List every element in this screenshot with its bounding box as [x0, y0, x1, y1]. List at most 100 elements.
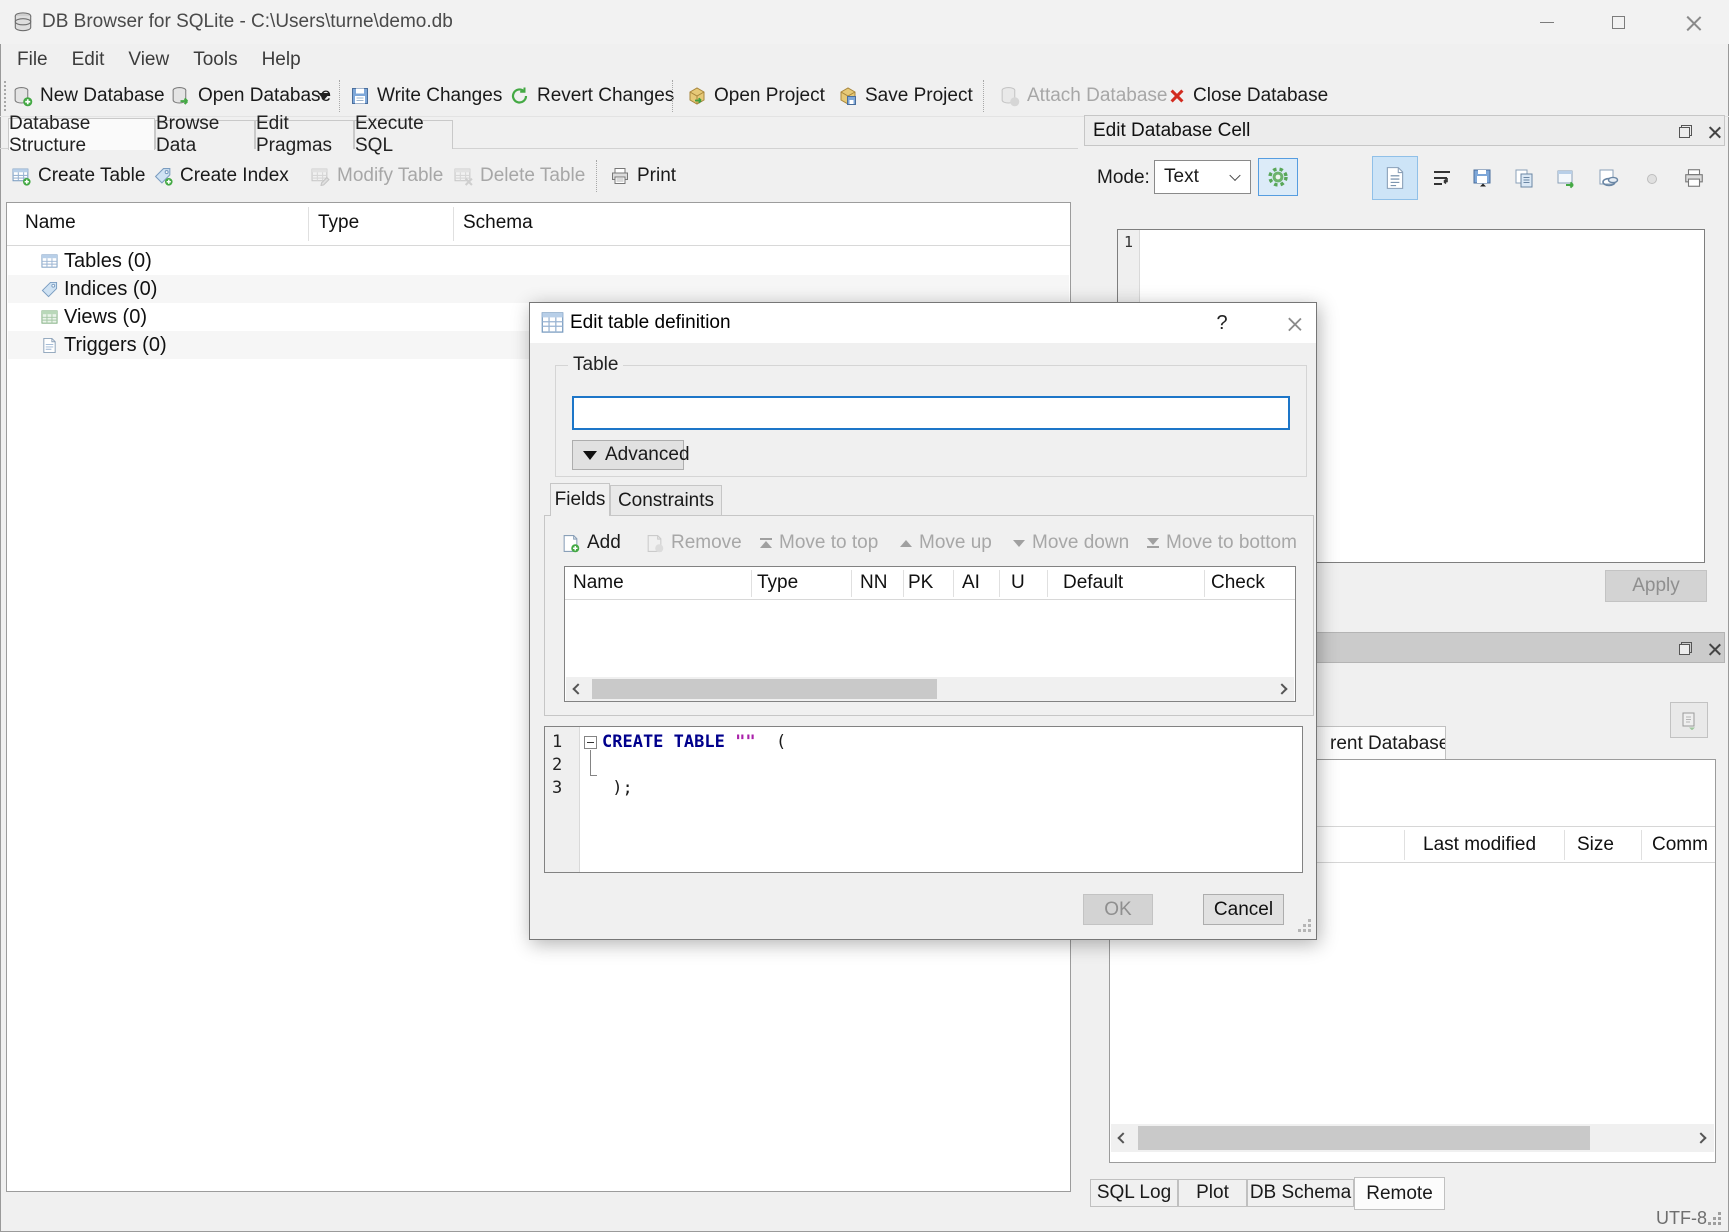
revert-changes-button[interactable]: Revert Changes: [510, 75, 674, 117]
print-cell-button[interactable]: [1676, 160, 1712, 196]
close-database-button[interactable]: Close Database: [1168, 75, 1328, 117]
menu-help[interactable]: Help: [250, 47, 313, 73]
cancel-button[interactable]: Cancel: [1203, 894, 1284, 925]
minimize-button[interactable]: [1524, 6, 1570, 38]
column-header-last-modified[interactable]: Last modified: [1423, 834, 1536, 856]
scroll-left-arrow[interactable]: [566, 677, 590, 701]
column-header-name[interactable]: Name: [25, 212, 76, 234]
word-wrap-button[interactable]: [1424, 160, 1460, 196]
move-up-icon: [900, 540, 912, 547]
create-index-button[interactable]: Create Index: [154, 152, 289, 200]
column-header-size[interactable]: Size: [1577, 834, 1614, 856]
column-divider[interactable]: [308, 207, 309, 241]
dialog-title-bar[interactable]: Edit table definition ?: [530, 303, 1316, 343]
code-fold-icon[interactable]: [584, 736, 597, 749]
tab-fields[interactable]: Fields: [550, 483, 610, 516]
column-header-check[interactable]: Check: [1211, 572, 1265, 594]
app-window: DB Browser for SQLite - C:\Users\turne\d…: [0, 0, 1729, 1232]
encoding-indicator[interactable]: UTF-8: [1656, 1208, 1707, 1229]
maximize-button[interactable]: [1595, 6, 1641, 38]
fields-horizontal-scrollbar[interactable]: [566, 677, 1294, 701]
column-divider[interactable]: [999, 570, 1000, 597]
tab-sql-log[interactable]: SQL Log: [1090, 1179, 1178, 1207]
import-data-button[interactable]: [1464, 160, 1500, 196]
toolbar-drag-handle[interactable]: [4, 81, 6, 111]
column-header-commit[interactable]: Comm: [1652, 834, 1708, 856]
column-divider[interactable]: [1564, 830, 1565, 860]
column-header-schema[interactable]: Schema: [463, 212, 533, 234]
tab-constraints[interactable]: Constraints: [610, 485, 722, 516]
save-project-button[interactable]: Save Project: [838, 75, 973, 117]
revert-changes-icon: [510, 86, 530, 106]
panel-close-button[interactable]: [1702, 637, 1726, 660]
column-divider[interactable]: [851, 570, 852, 597]
scroll-left-arrow[interactable]: [1111, 1124, 1135, 1152]
scrollbar-thumb[interactable]: [592, 679, 937, 699]
write-changes-button[interactable]: Write Changes: [350, 75, 502, 117]
close-icon: [1708, 126, 1720, 138]
dialog-resize-grip[interactable]: [1298, 929, 1301, 932]
menu-edit[interactable]: Edit: [60, 47, 117, 73]
column-header-name[interactable]: Name: [573, 572, 624, 594]
print-button[interactable]: Print: [610, 152, 676, 200]
sql-preview: 1 2 3 CREATE TABLE "" ( );: [544, 726, 1303, 873]
text-mode-button[interactable]: [1372, 156, 1418, 200]
title-bar: DB Browser for SQLite - C:\Users\turne\d…: [0, 0, 1729, 44]
open-in-external-button[interactable]: [1548, 160, 1584, 196]
link-cell-button[interactable]: [1590, 160, 1626, 196]
open-database-dropdown-arrow[interactable]: [318, 93, 330, 100]
tab-browse-data[interactable]: Browse Data: [155, 120, 255, 149]
tree-row-indices[interactable]: Indices (0): [8, 275, 1069, 303]
tab-plot[interactable]: Plot: [1178, 1179, 1247, 1207]
column-header-u[interactable]: U: [1011, 572, 1025, 594]
column-divider[interactable]: [1047, 570, 1048, 597]
mode-select[interactable]: Text: [1154, 160, 1251, 194]
panel-float-button[interactable]: [1673, 637, 1697, 660]
column-divider[interactable]: [751, 570, 752, 597]
open-project-button[interactable]: Open Project: [687, 75, 825, 117]
window-resize-grip[interactable]: [1708, 1222, 1711, 1225]
scroll-right-arrow[interactable]: [1689, 1124, 1713, 1152]
tab-remote[interactable]: Remote: [1354, 1177, 1445, 1210]
scrollbar-thumb[interactable]: [1138, 1126, 1590, 1150]
tab-database-structure[interactable]: Database Structure: [8, 118, 155, 150]
column-header-type[interactable]: Type: [318, 212, 359, 234]
tab-edit-pragmas[interactable]: Edit Pragmas: [255, 120, 354, 149]
column-header-pk[interactable]: PK: [908, 572, 933, 594]
tree-row-tables[interactable]: Tables (0): [8, 247, 1069, 275]
view-icon: [41, 309, 58, 326]
column-divider[interactable]: [453, 207, 454, 241]
panel-float-button[interactable]: [1673, 120, 1697, 143]
edit-database-cell-panel-header[interactable]: Edit Database Cell: [1084, 115, 1725, 146]
dialog-help-button[interactable]: ?: [1206, 308, 1238, 338]
move-to-top-icon: [760, 538, 772, 548]
tab-db-schema[interactable]: DB Schema: [1247, 1179, 1354, 1207]
column-header-ai[interactable]: AI: [962, 572, 980, 594]
menu-view[interactable]: View: [116, 47, 181, 73]
scroll-right-arrow[interactable]: [1270, 677, 1294, 701]
menu-tools[interactable]: Tools: [181, 47, 249, 73]
panel-close-button[interactable]: [1702, 120, 1726, 143]
column-divider[interactable]: [903, 570, 904, 597]
export-data-button[interactable]: [1506, 160, 1542, 196]
remote-horizontal-scrollbar[interactable]: [1111, 1124, 1714, 1152]
new-database-button[interactable]: New Database: [12, 75, 165, 117]
create-table-button[interactable]: Create Table: [12, 152, 145, 200]
open-database-button[interactable]: Open Database: [170, 75, 331, 117]
advanced-toggle-button[interactable]: Advanced: [572, 440, 684, 470]
column-divider[interactable]: [953, 570, 954, 597]
column-header-default[interactable]: Default: [1063, 572, 1123, 594]
close-button[interactable]: [1670, 6, 1716, 38]
column-divider[interactable]: [1641, 830, 1642, 860]
column-divider[interactable]: [1404, 830, 1405, 860]
column-header-nn[interactable]: NN: [860, 572, 887, 594]
dialog-close-button[interactable]: [1278, 308, 1310, 338]
add-field-button[interactable]: Add: [561, 526, 621, 560]
table-name-input[interactable]: [572, 396, 1290, 430]
column-divider[interactable]: [1204, 570, 1205, 597]
tab-execute-sql[interactable]: Execute SQL: [354, 120, 453, 149]
menu-file[interactable]: File: [5, 47, 60, 73]
print-icon: [610, 166, 630, 186]
column-header-type[interactable]: Type: [757, 572, 798, 594]
auto-switch-mode-button[interactable]: [1258, 158, 1298, 196]
